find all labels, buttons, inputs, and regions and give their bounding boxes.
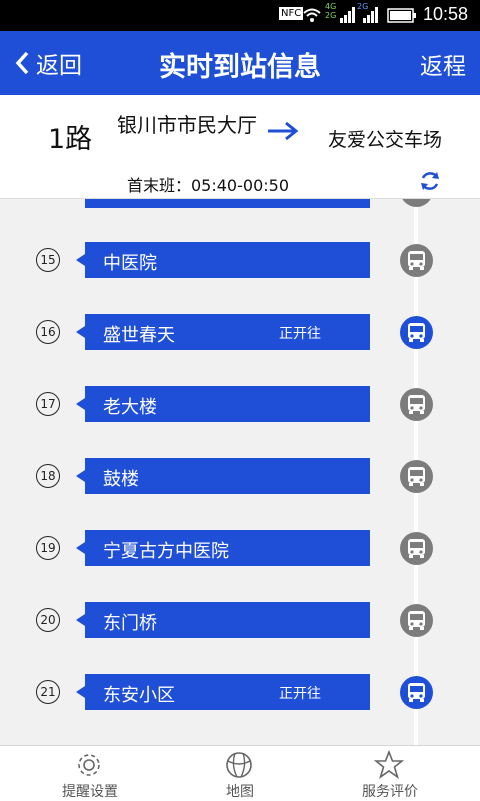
station-bar[interactable]: 老大楼 <box>85 386 370 422</box>
route-header: 1路 银川市市民大厅 友爱公交车场 首末班：05:40-00:50 <box>0 95 480 199</box>
bus-icon[interactable] <box>400 676 433 709</box>
station-row[interactable]: 16 盛世春天 正开往 <box>0 312 480 352</box>
bus-icon[interactable] <box>400 604 433 637</box>
tab-label: 地图 <box>226 784 254 800</box>
station-list[interactable]: 15 中医院 16 盛世春天 正开往 17 老大楼 18 鼓楼 19 宁夏古方中医院 20 东门桥 21 东… <box>0 199 480 745</box>
gear-icon <box>78 754 100 776</box>
route-to: 友爱公交车场 <box>327 129 442 151</box>
route-from: 银川市市民大厅 <box>117 113 257 137</box>
station-bar[interactable]: 宁夏古方中医院 <box>85 530 370 566</box>
station-bar[interactable]: 盛世春天 正开往 <box>85 314 370 350</box>
tab-label: 服务评价 <box>362 784 418 800</box>
status-clock: 10:58 <box>422 4 468 24</box>
station-name: 鼓楼 <box>103 469 139 490</box>
station-pointer <box>76 542 85 554</box>
station-row[interactable]: 21 东安小区 正开往 <box>0 672 480 712</box>
wifi-icon <box>303 8 321 22</box>
partial-bus-marker <box>400 199 433 207</box>
route-line: 1路 <box>48 124 93 155</box>
bus-status-label: 正开往 <box>279 686 321 702</box>
status-bar: NFC 4G 2G 2G 10:58 <box>0 0 480 31</box>
nfc-icon: NFC <box>279 7 304 20</box>
station-number: 21 <box>36 680 60 704</box>
ball-icon <box>226 752 252 778</box>
bus-icon[interactable] <box>400 460 433 493</box>
station-name: 老大楼 <box>103 397 157 418</box>
station-row[interactable]: 18 鼓楼 <box>0 456 480 496</box>
return-trip-button[interactable]: 返程 <box>420 47 466 81</box>
signal-icon-2 <box>363 7 378 23</box>
station-bar[interactable]: 中医院 <box>85 242 370 278</box>
arrow-right-icon <box>268 121 299 141</box>
station-number: 18 <box>36 464 60 488</box>
bus-icon[interactable] <box>400 244 433 277</box>
station-row[interactable]: 17 老大楼 <box>0 384 480 424</box>
back-label: 返回 <box>36 53 82 79</box>
station-name: 中医院 <box>103 253 157 274</box>
station-row[interactable]: 20 东门桥 <box>0 600 480 640</box>
chevron-left-icon <box>15 51 29 75</box>
back-button[interactable]: 返回 <box>14 45 82 81</box>
battery-icon <box>387 8 416 23</box>
station-name: 宁夏古方中医院 <box>103 541 229 562</box>
station-number: 19 <box>36 536 60 560</box>
station-number: 16 <box>36 320 60 344</box>
star-icon <box>374 750 404 779</box>
bus-icon[interactable] <box>400 532 433 565</box>
station-bar[interactable]: 鼓楼 <box>85 458 370 494</box>
nav-bar: 返回 实时到站信息 返程 <box>0 31 480 95</box>
station-number: 20 <box>36 608 60 632</box>
tab-label: 提醒设置 <box>62 784 118 800</box>
schedule-text: 首末班：05:40-00:50 <box>127 176 289 195</box>
station-bar[interactable]: 东门桥 <box>85 602 370 638</box>
signal-icon <box>340 7 355 23</box>
tab-service-rating[interactable]: 服务评价 <box>310 746 470 801</box>
station-number: 15 <box>36 248 60 272</box>
station-pointer <box>76 398 85 410</box>
station-bar[interactable]: 东安小区 正开往 <box>85 674 370 710</box>
refresh-icon[interactable] <box>418 169 442 193</box>
station-number: 17 <box>36 392 60 416</box>
bus-icon[interactable] <box>400 388 433 421</box>
station-pointer <box>76 470 85 482</box>
station-pointer <box>76 614 85 626</box>
station-row[interactable]: 15 中医院 <box>0 240 480 280</box>
tab-reminder-settings[interactable]: 提醒设置 <box>10 746 170 801</box>
station-name: 盛世春天 <box>103 325 175 346</box>
station-pointer <box>76 254 85 266</box>
bus-icon[interactable] <box>400 316 433 349</box>
bottom-tab-bar: 提醒设置 地图 服务评价 <box>0 745 480 801</box>
station-pointer <box>76 686 85 698</box>
station-row[interactable]: 19 宁夏古方中医院 <box>0 528 480 568</box>
network-type-label: 4G 2G <box>325 2 337 20</box>
bus-status-label: 正开往 <box>279 326 321 342</box>
station-name: 东安小区 <box>103 685 175 706</box>
station-pointer <box>76 326 85 338</box>
partial-station-bar <box>85 199 370 208</box>
tab-map[interactable]: 地图 <box>160 746 320 801</box>
station-name: 东门桥 <box>103 613 157 634</box>
